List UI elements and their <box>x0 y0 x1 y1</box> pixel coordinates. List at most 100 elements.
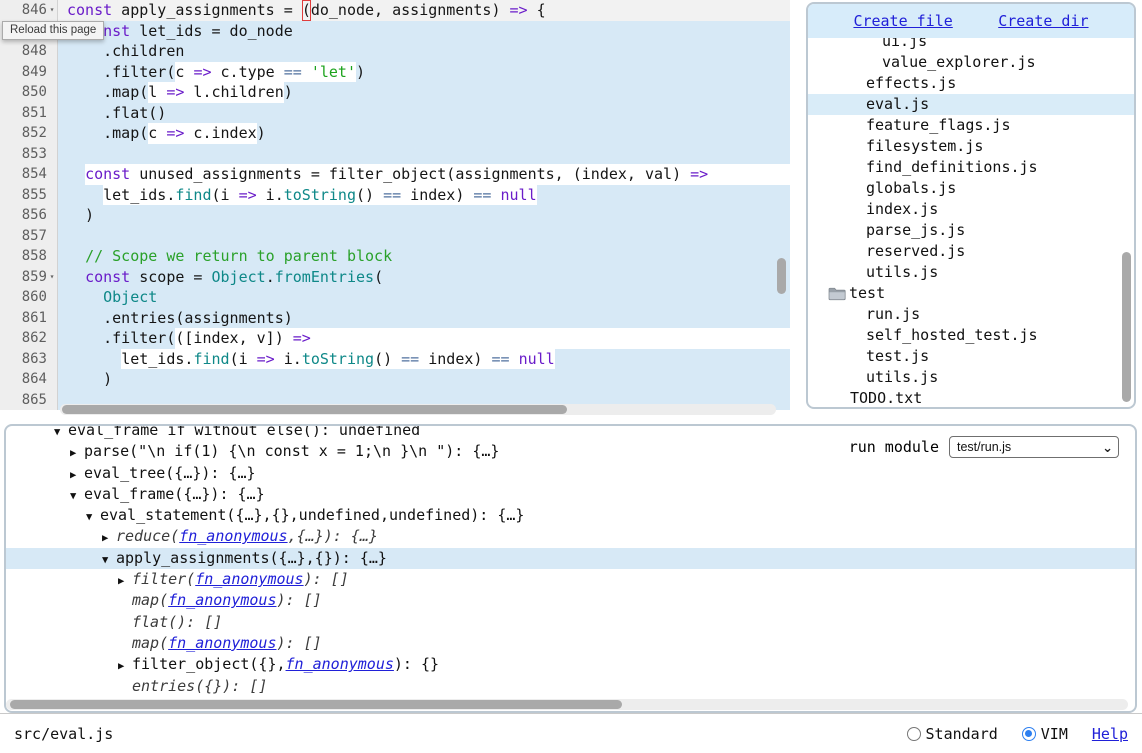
file-tree-item[interactable]: value_explorer.js <box>808 52 1134 73</box>
code-line[interactable]: 851 .flat() <box>0 103 790 124</box>
run-module-select[interactable]: test/run.js ⌄ <box>949 436 1119 458</box>
call-tree-row[interactable]: ▶filter_object({},fn_anonymous): {} <box>6 654 1135 675</box>
file-tree-item[interactable]: self_hosted_test.js <box>808 325 1134 346</box>
code-token: .entries(assignments) <box>67 308 293 329</box>
code-line[interactable]: 862 .filter(([index, v]) => <box>0 328 790 349</box>
code-line[interactable]: 853 <box>0 144 790 165</box>
code-line[interactable]: 859▾ const scope = Object.fromEntries( <box>0 267 790 288</box>
line-number: 862 <box>22 328 47 349</box>
create-file-link[interactable]: Create file <box>853 12 952 30</box>
editor-horizontal-scrollbar-thumb[interactable] <box>62 405 567 414</box>
call-tree-horizontal-scrollbar-thumb[interactable] <box>10 700 622 709</box>
call-tree-row[interactable]: ▼eval_frame({…}): {…} <box>6 484 1135 505</box>
fn-anonymous-link[interactable]: fn_anonymous <box>286 655 394 673</box>
file-tree-item[interactable]: TODO.txt <box>808 388 1134 409</box>
disclosure-triangle-icon[interactable]: ▶ <box>118 656 132 677</box>
file-tree-folder[interactable]: test <box>808 283 1134 304</box>
line-number-gutter: 861 <box>0 308 58 329</box>
call-tree-row[interactable]: map(fn_anonymous): [] <box>6 633 1135 654</box>
file-tree-item[interactable]: effects.js <box>808 73 1134 94</box>
code-line[interactable]: 857 <box>0 226 790 247</box>
file-name-label: index.js <box>866 199 938 220</box>
fold-arrow-icon[interactable]: ▾ <box>47 267 57 288</box>
call-tree-row[interactable]: ▶reduce(fn_anonymous,{…}): {…} <box>6 526 1135 547</box>
file-tree-item[interactable]: run.js <box>808 304 1134 325</box>
fn-anonymous-link[interactable]: fn_anonymous <box>168 634 276 652</box>
code-line[interactable]: 863 let_ids.find(i => i.toString() == in… <box>0 349 790 370</box>
disclosure-triangle-icon[interactable]: ▶ <box>102 528 116 549</box>
disclosure-triangle-icon[interactable]: ▶ <box>118 571 132 592</box>
help-link[interactable]: Help <box>1092 725 1128 743</box>
mode-option-vim[interactable]: VIM <box>1022 725 1068 743</box>
code-line[interactable]: 856 ) <box>0 205 790 226</box>
code-line[interactable]: 860 Object <box>0 287 790 308</box>
file-tree-item[interactable]: index.js <box>808 199 1134 220</box>
file-tree-item[interactable]: reserved.js <box>808 241 1134 262</box>
call-tree-row[interactable]: flat(): [] <box>6 612 1135 633</box>
call-tree-row[interactable]: ▶filter(fn_anonymous): [] <box>6 569 1135 590</box>
editor-vertical-scrollbar-thumb[interactable] <box>777 258 786 294</box>
code-line[interactable]: 850 .map(l => l.children) <box>0 82 790 103</box>
code-line[interactable]: 846▾const apply_assignments = (do_node, … <box>0 0 790 21</box>
code-line[interactable]: 847 const let_ids = do_node <box>0 21 790 42</box>
mode-option-standard[interactable]: Standard <box>907 725 998 743</box>
file-name-label: self_hosted_test.js <box>866 325 1038 346</box>
call-tree-panel: run module test/run.js ⌄ ▼eval_frame if … <box>4 424 1137 713</box>
call-tree-row[interactable]: entries({}): [] <box>6 676 1135 697</box>
code-line[interactable]: 864 ) <box>0 369 790 390</box>
file-name-label: TODO.txt <box>850 388 922 409</box>
create-dir-link[interactable]: Create dir <box>998 12 1088 30</box>
code-token: => <box>239 185 257 206</box>
disclosure-triangle-icon[interactable]: ▼ <box>70 486 84 507</box>
reload-tooltip: Reload this page <box>2 21 104 40</box>
code-token: let_ids = do_node <box>130 21 293 42</box>
code-line[interactable]: 849 .filter(c => c.type == 'let') <box>0 62 790 83</box>
code-line[interactable]: 858 // Scope we return to parent block <box>0 246 790 267</box>
code-editor-panel[interactable]: 846▾const apply_assignments = (do_node, … <box>0 0 790 418</box>
call-text: filter_object({}, <box>132 655 286 673</box>
line-number-gutter: 854 <box>0 164 58 185</box>
code-line[interactable]: 854 const unused_assignments = filter_ob… <box>0 164 790 185</box>
call-text: eval_frame if without else(): undefined <box>68 424 420 439</box>
fold-arrow-icon[interactable]: ▾ <box>47 0 57 21</box>
fn-anonymous-link[interactable]: fn_anonymous <box>168 591 276 609</box>
call-text: ,{…}): {…} <box>288 527 378 545</box>
code-line[interactable]: 848 .children <box>0 41 790 62</box>
disclosure-triangle-icon[interactable]: ▼ <box>86 507 100 528</box>
code-line-text: const let_ids = do_node <box>58 21 790 42</box>
file-tree-item[interactable]: utils.js <box>808 262 1134 283</box>
file-name-label: utils.js <box>866 262 938 283</box>
disclosure-triangle-icon[interactable]: ▼ <box>102 550 116 571</box>
code-line[interactable]: 855 let_ids.find(i => i.toString() == in… <box>0 185 790 206</box>
file-tree-item[interactable]: globals.js <box>808 178 1134 199</box>
code-token: ) <box>67 205 94 226</box>
code-token: => <box>166 123 184 144</box>
call-tree-row[interactable]: ▼apply_assignments({…},{}): {…} <box>6 548 1135 569</box>
disclosure-triangle-icon[interactable]: ▶ <box>70 465 84 486</box>
fn-anonymous-link[interactable]: fn_anonymous <box>179 527 287 545</box>
code-line[interactable]: 861 .entries(assignments) <box>0 308 790 329</box>
code-line[interactable]: 852 .map(c => c.index) <box>0 123 790 144</box>
radio-standard-icon[interactable] <box>907 727 921 741</box>
fn-anonymous-link[interactable]: fn_anonymous <box>195 570 303 588</box>
file-tree-item[interactable]: parse_js.js <box>808 220 1134 241</box>
file-tree-item[interactable]: feature_flags.js <box>808 115 1134 136</box>
line-number: 860 <box>22 287 47 308</box>
code-line-text: .children <box>58 41 790 62</box>
run-module-selected-value: test/run.js <box>957 440 1011 454</box>
file-tree-item[interactable]: filesystem.js <box>808 136 1134 157</box>
code-token: == <box>491 349 509 370</box>
disclosure-triangle-icon[interactable]: ▼ <box>54 424 68 443</box>
file-tree-item[interactable]: find_definitions.js <box>808 157 1134 178</box>
call-tree-row[interactable]: ▼eval_statement({…},{},undefined,undefin… <box>6 505 1135 526</box>
line-number: 856 <box>22 205 47 226</box>
file-tree-item[interactable]: utils.js <box>808 367 1134 388</box>
radio-vim-icon[interactable] <box>1022 727 1036 741</box>
file-tree-item[interactable]: eval.js <box>808 94 1134 115</box>
line-number-gutter: 846▾ <box>0 0 58 21</box>
call-tree-row[interactable]: ▶eval_tree({…}): {…} <box>6 463 1135 484</box>
code-token: find <box>193 349 229 370</box>
call-tree-row[interactable]: map(fn_anonymous): [] <box>6 590 1135 611</box>
disclosure-triangle-icon[interactable]: ▶ <box>70 443 84 464</box>
file-tree-item[interactable]: test.js <box>808 346 1134 367</box>
